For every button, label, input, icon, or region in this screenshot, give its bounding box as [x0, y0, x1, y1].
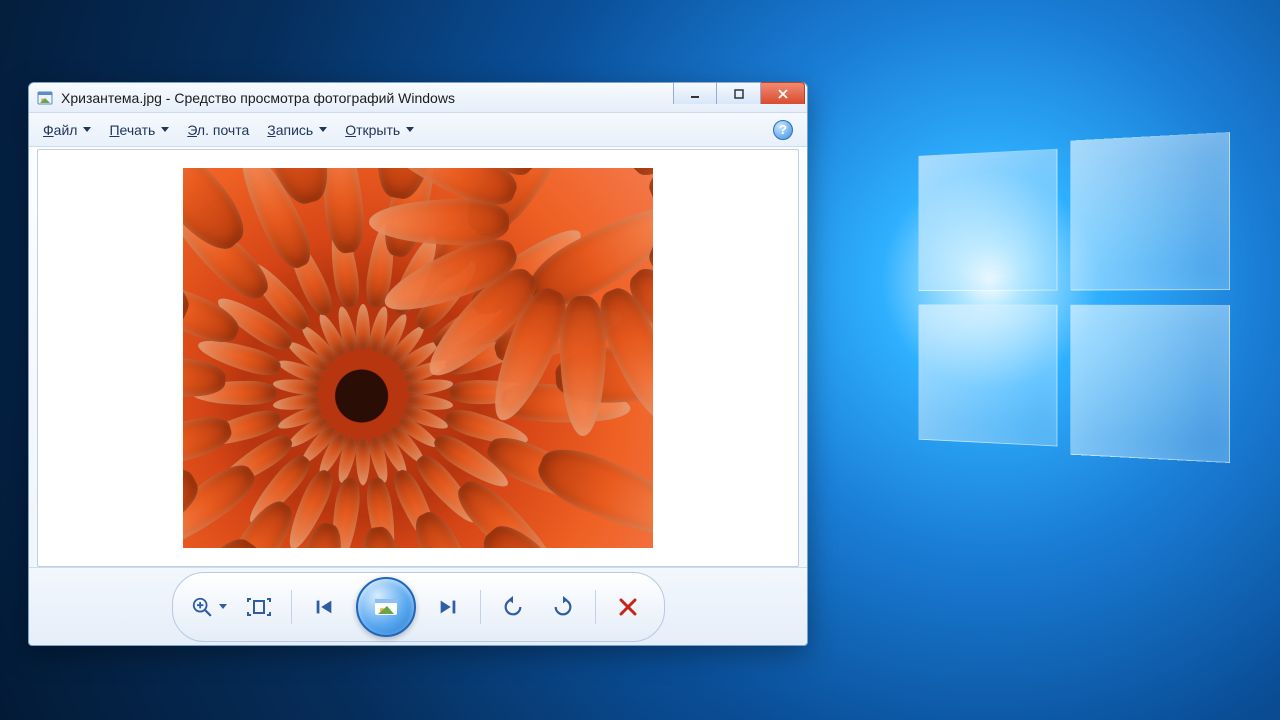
zoom-button[interactable] [191, 589, 227, 625]
window-title: Хризантема.jpg - Средство просмотра фото… [61, 90, 455, 106]
menu-label: Печать [109, 122, 155, 138]
photo-viewer-window: Хризантема.jpg - Средство просмотра фото… [28, 82, 808, 646]
close-button[interactable] [761, 82, 805, 104]
separator [595, 590, 596, 624]
delete-x-icon [618, 597, 638, 617]
chevron-down-icon [406, 127, 414, 132]
delete-button[interactable] [610, 589, 646, 625]
photo-viewer-icon [37, 90, 53, 106]
rotate-cw-icon [552, 596, 574, 618]
separator [291, 590, 292, 624]
chevron-down-icon [219, 604, 227, 609]
image-viewport[interactable] [37, 149, 799, 567]
menu-label: Файл [43, 122, 77, 138]
magnifier-plus-icon [191, 596, 213, 618]
window-control-buttons [673, 82, 805, 104]
next-button[interactable] [430, 589, 466, 625]
control-bar [29, 567, 807, 645]
slideshow-button[interactable] [356, 577, 416, 637]
menu-print[interactable]: Печать [109, 122, 169, 138]
menu-open[interactable]: Открыть [345, 122, 414, 138]
slideshow-icon [372, 595, 400, 619]
help-button[interactable]: ? [773, 120, 793, 140]
menu-file[interactable]: Файл [43, 122, 91, 138]
menu-label: Эл. почта [187, 122, 249, 138]
windows-logo [918, 140, 1230, 460]
menu-label: Открыть [345, 122, 400, 138]
fit-window-button[interactable] [241, 589, 277, 625]
menu-burn[interactable]: Запись [267, 122, 327, 138]
chevron-down-icon [83, 127, 91, 132]
skip-next-icon [437, 596, 459, 618]
rotate-cw-button[interactable] [545, 589, 581, 625]
chevron-down-icon [161, 127, 169, 132]
titlebar[interactable]: Хризантема.jpg - Средство просмотра фото… [29, 83, 807, 113]
displayed-image [183, 168, 653, 548]
menu-email[interactable]: Эл. почта [187, 122, 249, 138]
chevron-down-icon [319, 127, 327, 132]
previous-button[interactable] [306, 589, 342, 625]
menu-label: Запись [267, 122, 313, 138]
help-icon: ? [779, 122, 787, 137]
maximize-button[interactable] [717, 82, 761, 104]
rotate-ccw-button[interactable] [495, 589, 531, 625]
skip-previous-icon [313, 596, 335, 618]
rotate-ccw-icon [502, 596, 524, 618]
menubar: Файл Печать Эл. почта Запись Открыть ? [29, 113, 807, 147]
separator [480, 590, 481, 624]
minimize-button[interactable] [673, 82, 717, 104]
control-group [172, 572, 665, 642]
fit-window-icon [247, 597, 271, 617]
